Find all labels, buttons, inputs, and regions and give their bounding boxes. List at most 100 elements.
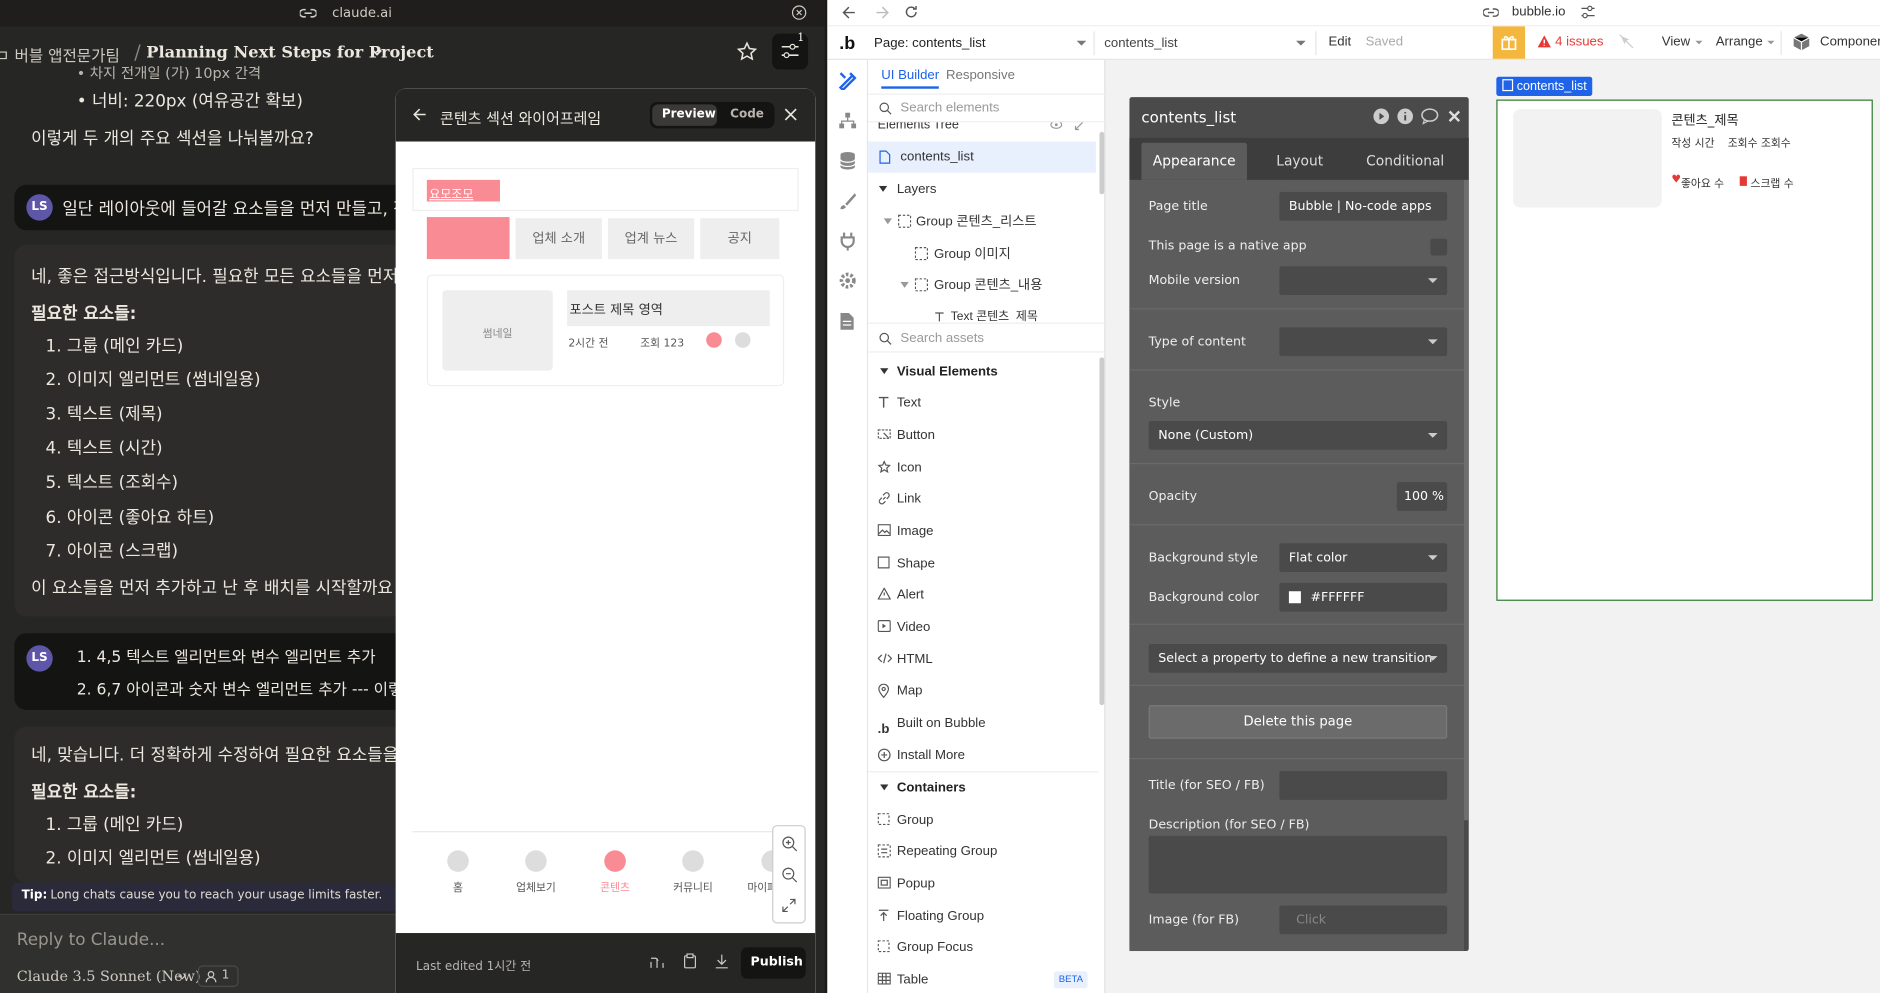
element-group-focus[interactable]: Group Focus xyxy=(868,932,1096,963)
chevron-down-icon[interactable] xyxy=(1296,40,1306,46)
caret-down-icon[interactable] xyxy=(878,185,888,192)
tree-item-group[interactable]: Group 이미지 xyxy=(868,239,1096,270)
caret-down-icon[interactable] xyxy=(880,784,889,791)
chevron-down-icon[interactable] xyxy=(177,974,187,980)
nav-content-icon[interactable] xyxy=(604,850,626,872)
element-group[interactable]: Group xyxy=(868,805,1096,836)
caret-down-icon[interactable] xyxy=(883,218,893,225)
write-time-text[interactable]: 작성 시간 xyxy=(1671,134,1714,150)
view-menu[interactable]: View xyxy=(1662,35,1690,49)
styles-brush-icon[interactable] xyxy=(838,192,857,211)
forward-arrow-icon[interactable] xyxy=(875,6,889,19)
remix-icon[interactable] xyxy=(650,955,666,969)
close-icon[interactable] xyxy=(1448,110,1461,122)
edit-menu[interactable]: Edit xyxy=(1328,35,1351,49)
opacity-input[interactable]: 100 % xyxy=(1396,482,1448,511)
delete-page-button[interactable]: Delete this page xyxy=(1148,705,1448,739)
nav-content-label[interactable]: 콘텐츠 xyxy=(579,879,651,895)
scrap-count-text[interactable]: 스크랩 수 xyxy=(1751,175,1794,191)
page-title-input[interactable]: Bubble | No-code apps xyxy=(1279,191,1448,221)
bookmark-icon[interactable] xyxy=(1739,176,1747,186)
section-containers[interactable]: Containers xyxy=(868,772,1096,803)
issues-count[interactable]: 4 issues xyxy=(1555,35,1603,49)
comment-icon[interactable] xyxy=(1421,108,1439,125)
component-cube-icon[interactable] xyxy=(1792,32,1810,51)
element-video[interactable]: Video xyxy=(868,612,1096,643)
settings-gear-icon[interactable] xyxy=(838,271,857,290)
url-text[interactable]: bubble.io xyxy=(1512,5,1566,19)
arrange-menu[interactable]: Arrange xyxy=(1716,35,1763,49)
pointer-off-icon[interactable] xyxy=(1619,34,1635,50)
tab-code[interactable]: Code xyxy=(730,108,764,121)
background-color-input[interactable]: #FFFFFF xyxy=(1279,582,1448,612)
caret-down-icon[interactable] xyxy=(880,368,889,375)
close-icon[interactable] xyxy=(784,108,797,121)
back-arrow-icon[interactable] xyxy=(842,6,856,19)
reload-icon[interactable] xyxy=(904,5,918,19)
expand-icon[interactable] xyxy=(782,898,796,913)
data-icon[interactable] xyxy=(839,151,856,170)
gift-button[interactable] xyxy=(1492,26,1526,59)
seo-title-input[interactable] xyxy=(1279,771,1448,800)
model-selector[interactable]: Claude 3.5 Sonnet (New) xyxy=(17,968,201,985)
element-html[interactable]: HTML xyxy=(868,644,1096,675)
background-style-select[interactable]: Flat color xyxy=(1279,543,1448,573)
nav-home-icon[interactable] xyxy=(447,850,469,872)
workflow-icon[interactable] xyxy=(838,112,857,130)
element-repeating-group[interactable]: Repeating Group xyxy=(868,836,1096,867)
logs-icon[interactable] xyxy=(839,312,855,331)
scrollbar[interactable] xyxy=(1099,357,1105,706)
nav-community-label[interactable]: 커뮤니티 xyxy=(657,879,729,895)
scrap-icon[interactable] xyxy=(734,332,751,348)
tab-preview[interactable]: Preview xyxy=(652,104,717,126)
views-text[interactable]: 조회수 조회수 xyxy=(1728,134,1791,150)
like-icon[interactable] xyxy=(706,332,722,348)
tab-notice[interactable]: 공지 xyxy=(700,218,780,260)
page-dropdown[interactable]: contents_list xyxy=(1104,36,1177,50)
tree-item-group[interactable]: Group 콘텐츠_리스트 xyxy=(868,206,1096,237)
nav-company-label[interactable]: 업체보기 xyxy=(500,879,572,895)
tab-conditional[interactable]: Conditional xyxy=(1355,152,1456,169)
seo-description-input[interactable] xyxy=(1148,835,1448,894)
components-menu[interactable]: Componen xyxy=(1820,35,1880,49)
tab-responsive[interactable]: Responsive xyxy=(946,68,1015,82)
element-popup[interactable]: Popup xyxy=(868,868,1096,899)
heart-icon[interactable]: ♥ xyxy=(1671,174,1681,186)
page-tag[interactable]: contents_list xyxy=(1496,76,1593,96)
tab-company-intro[interactable]: 업체 소개 xyxy=(515,218,602,260)
caret-down-icon[interactable] xyxy=(900,281,909,288)
nav-home-label[interactable]: 홈 xyxy=(422,879,494,895)
tab-active[interactable] xyxy=(426,217,510,260)
tab-appearance[interactable]: Appearance xyxy=(1141,142,1247,180)
tab-industry-news[interactable]: 업계 뉴스 xyxy=(607,218,695,260)
element-install-more[interactable]: Install More xyxy=(868,740,1096,771)
info-icon[interactable] xyxy=(1397,108,1414,125)
tree-item-text[interactable]: Text 콘텐츠_제목 xyxy=(868,302,1096,322)
element-link[interactable]: Link xyxy=(868,483,1096,514)
reply-input[interactable]: Reply to Claude... xyxy=(17,931,165,950)
download-icon[interactable] xyxy=(715,953,729,969)
tree-item-page[interactable]: contents_list xyxy=(868,141,1096,173)
tree-item-group[interactable]: Group 콘텐츠_내용 xyxy=(868,270,1096,301)
warning-icon[interactable] xyxy=(1537,35,1551,48)
like-count-text[interactable]: 좋아요 수 xyxy=(1681,175,1724,191)
chevron-down-icon[interactable] xyxy=(372,49,383,56)
design-tab-icon[interactable] xyxy=(838,71,857,90)
reply-input-box[interactable]: Reply to Claude... Claude 3.5 Sonnet (Ne… xyxy=(0,913,396,993)
url-text[interactable]: claude.ai xyxy=(332,5,392,21)
element-map[interactable]: Map xyxy=(868,675,1096,706)
chat-title[interactable]: Planning Next Steps for Project xyxy=(146,43,434,62)
element-alert[interactable]: Alert xyxy=(868,579,1096,610)
plugins-icon[interactable] xyxy=(839,231,856,251)
eye-icon[interactable] xyxy=(1050,122,1063,129)
element-shape[interactable]: Shape xyxy=(868,548,1096,579)
element-button[interactable]: Button xyxy=(868,420,1096,451)
close-circle-icon[interactable] xyxy=(791,5,807,21)
star-icon[interactable] xyxy=(736,41,758,63)
nav-community-icon[interactable] xyxy=(682,850,704,872)
section-visual-elements[interactable]: Visual Elements xyxy=(868,356,1096,387)
element-text[interactable]: Text xyxy=(868,387,1096,418)
mobile-version-select[interactable] xyxy=(1279,266,1448,296)
zoom-out-icon[interactable] xyxy=(782,867,798,883)
scrollbar[interactable] xyxy=(1463,179,1469,821)
